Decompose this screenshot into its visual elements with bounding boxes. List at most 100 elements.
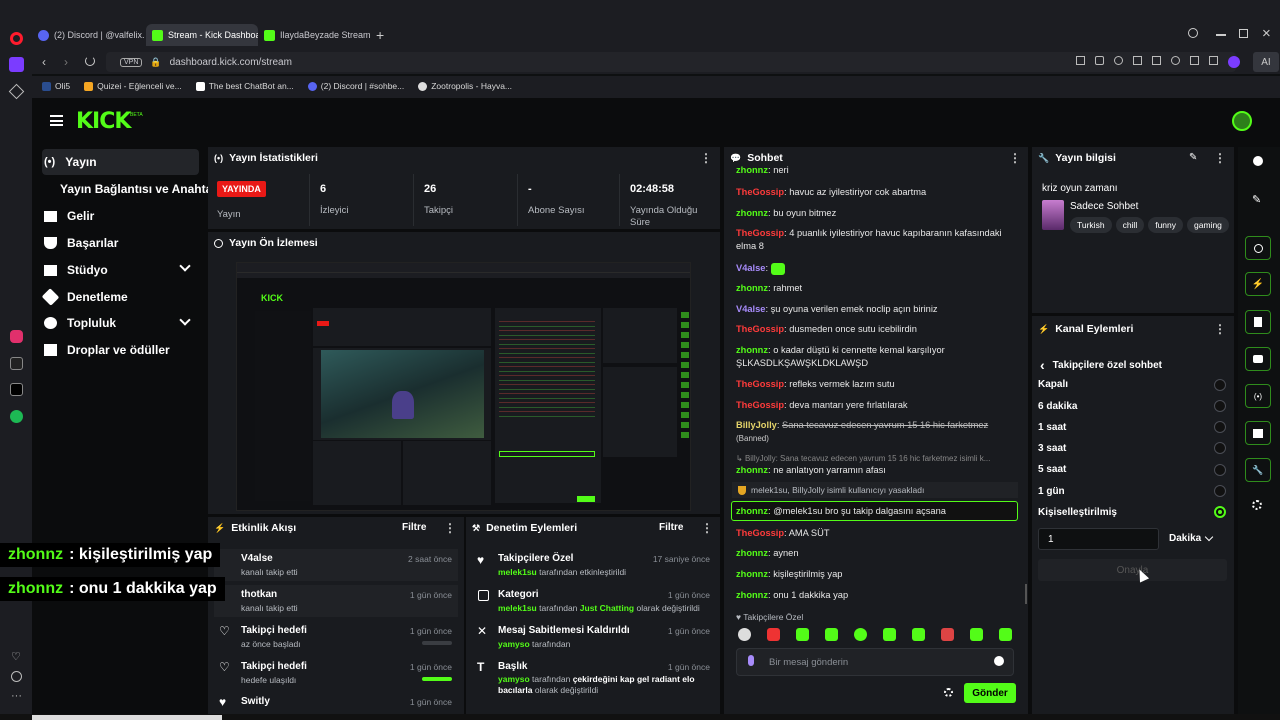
- instagram-icon[interactable]: [10, 330, 23, 343]
- shield-icon[interactable]: [1114, 56, 1123, 65]
- sidebar-item-basarilar[interactable]: Başarılar: [44, 236, 118, 250]
- duration-unit-select[interactable]: Dakika: [1169, 532, 1214, 544]
- back-icon[interactable]: ‹: [42, 55, 46, 69]
- emoji-icon[interactable]: [994, 656, 1004, 666]
- tab-discord[interactable]: (2) Discord | @valfelix.: [32, 24, 144, 46]
- info-icon[interactable]: [1253, 156, 1263, 166]
- tab-kick-dashboard[interactable]: Stream - Kick Dashboard: [146, 24, 258, 46]
- more-options-icon[interactable]: ⋮: [1214, 151, 1226, 165]
- activity-filter-button[interactable]: Filtre: [402, 522, 426, 533]
- aria-ai-button[interactable]: AI: [1253, 52, 1279, 72]
- more-options-icon[interactable]: ⋮: [1214, 322, 1226, 336]
- download-icon[interactable]: [1190, 56, 1199, 65]
- emote-icon[interactable]: [970, 628, 983, 641]
- emote-icon[interactable]: [738, 628, 751, 641]
- new-tab-icon[interactable]: +: [376, 27, 384, 43]
- sidebar-item-denetleme[interactable]: Denetleme: [41, 288, 128, 306]
- reload-icon[interactable]: [85, 56, 95, 66]
- emote-icon[interactable]: [825, 628, 838, 641]
- radio-option[interactable]: [1214, 442, 1226, 454]
- settings-icon[interactable]: [944, 688, 953, 697]
- radio-option[interactable]: [1214, 421, 1226, 433]
- microphone-icon[interactable]: [748, 655, 754, 666]
- heart-icon[interactable]: ♡: [11, 650, 21, 663]
- bookmark-item[interactable]: The best ChatBot an...: [195, 81, 294, 91]
- chat-scrollbar[interactable]: [1025, 584, 1027, 604]
- more-icon[interactable]: ···: [11, 690, 22, 702]
- back-button[interactable]: ‹ Takipçilere özel sohbet: [1040, 357, 1162, 373]
- option-label[interactable]: 1 saat: [1038, 422, 1066, 433]
- camera-action-button[interactable]: [1245, 236, 1271, 260]
- camera-icon[interactable]: [1095, 56, 1104, 65]
- radio-option[interactable]: [1214, 400, 1226, 412]
- hamburger-menu-icon[interactable]: [50, 115, 63, 126]
- raid-action-button[interactable]: ⚡: [1245, 272, 1271, 296]
- add-action-icon[interactable]: [1252, 500, 1262, 510]
- option-label[interactable]: 6 dakika: [1038, 401, 1077, 412]
- confirm-button[interactable]: Onayla: [1038, 559, 1227, 581]
- edit-icon[interactable]: ✎: [1189, 152, 1197, 163]
- chat-action-button[interactable]: [1245, 347, 1271, 371]
- sidebar-item-topluluk[interactable]: Topluluk: [44, 316, 116, 330]
- radio-option[interactable]: [1214, 379, 1226, 391]
- moderation-filter-button[interactable]: Filtre: [659, 522, 683, 533]
- vpn-badge[interactable]: VPN: [120, 57, 143, 67]
- tiktok-icon[interactable]: [10, 357, 23, 370]
- emote-icon[interactable]: [767, 628, 780, 641]
- radio-option[interactable]: [1214, 464, 1226, 476]
- more-options-icon[interactable]: ⋮: [444, 521, 456, 535]
- minimize-icon[interactable]: [1216, 34, 1226, 36]
- sidebar-item-gelir[interactable]: Gelir: [44, 209, 94, 223]
- home-icon[interactable]: [9, 57, 24, 72]
- opera-icon[interactable]: [10, 32, 23, 45]
- emote-icon[interactable]: [796, 628, 809, 641]
- pencil-icon[interactable]: ✎: [1252, 193, 1261, 206]
- option-label[interactable]: Kapalı: [1038, 379, 1068, 390]
- close-window-icon[interactable]: ×: [1262, 25, 1271, 42]
- emote-icon[interactable]: [912, 628, 925, 641]
- spotify-icon[interactable]: [10, 410, 23, 423]
- sidebar-item-stream-key[interactable]: Yayın Bağlantısı ve Anahtarı: [60, 182, 220, 196]
- sidebar-item-studyo[interactable]: Stüdyo: [44, 263, 108, 277]
- send-button[interactable]: Gönder: [964, 683, 1016, 703]
- search-tabs-icon[interactable]: [1188, 28, 1198, 38]
- more-options-icon[interactable]: ⋮: [700, 151, 712, 165]
- sidebar-item-yayin[interactable]: (•) Yayın: [44, 155, 97, 169]
- emote-icon[interactable]: [883, 628, 896, 641]
- option-label[interactable]: 3 saat: [1038, 443, 1066, 454]
- broadcast-action-button[interactable]: (•): [1245, 384, 1271, 408]
- radio-option-selected[interactable]: [1214, 506, 1226, 518]
- x-twitter-icon[interactable]: [10, 383, 23, 396]
- clip-action-button[interactable]: [1245, 421, 1271, 445]
- bookmark-item[interactable]: Zootropolis - Hayva...: [418, 81, 512, 91]
- url-field[interactable]: VPN 🔒 dashboard.kick.com/stream: [106, 52, 1236, 72]
- more-options-icon[interactable]: ⋮: [701, 521, 713, 535]
- maximize-icon[interactable]: [1239, 29, 1248, 38]
- forward-icon[interactable]: ›: [64, 55, 68, 69]
- bookmark-item[interactable]: (2) Discord | #sohbe...: [307, 81, 404, 91]
- bookmark-item[interactable]: Quizei - Eğlenceli ve...: [84, 81, 182, 91]
- option-label[interactable]: 5 saat: [1038, 464, 1066, 475]
- share-icon[interactable]: [1076, 56, 1085, 65]
- menu-icon[interactable]: [1209, 56, 1218, 65]
- emote-icon[interactable]: [854, 628, 867, 641]
- more-options-icon[interactable]: ⋮: [1009, 151, 1021, 165]
- option-label[interactable]: Kişiselleştirilmiş: [1038, 507, 1117, 518]
- heart-icon[interactable]: [1171, 56, 1180, 65]
- option-label[interactable]: 1 gün: [1038, 486, 1065, 497]
- history-icon[interactable]: [11, 671, 22, 682]
- cube-icon[interactable]: [1133, 56, 1142, 65]
- sidebar-item-droplar[interactable]: Droplar ve ödüller: [44, 343, 170, 357]
- radio-option[interactable]: [1214, 485, 1226, 497]
- tab-ilayda-stream[interactable]: IlaydaBeyzade Stream - W: [258, 24, 370, 46]
- profile-avatar[interactable]: [1232, 111, 1252, 131]
- stream-preview-video[interactable]: KICK: [236, 262, 691, 511]
- play-icon[interactable]: [1152, 56, 1161, 65]
- kick-logo[interactable]: KICK: [76, 109, 131, 134]
- avatar-icon[interactable]: [1228, 56, 1240, 68]
- emote-icon[interactable]: [941, 628, 954, 641]
- custom-duration-input[interactable]: 1: [1038, 528, 1159, 550]
- tools-action-button[interactable]: 🔧: [1245, 458, 1271, 482]
- bookmark-item[interactable]: Oli5: [42, 81, 70, 91]
- notes-action-button[interactable]: [1245, 310, 1271, 334]
